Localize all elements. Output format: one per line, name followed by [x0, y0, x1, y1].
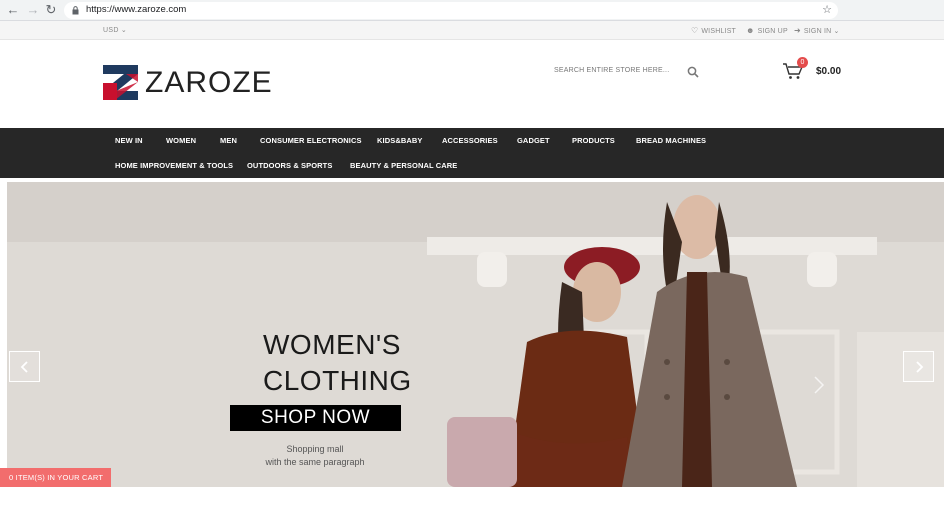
main-navigation: NEW IN WOMEN MEN CONSUMER ELECTRONICS KI…	[0, 128, 944, 178]
address-bar[interactable]: https://www.zaroze.com ☆	[64, 2, 838, 19]
nav-item-men[interactable]: MEN	[220, 136, 237, 145]
chevron-left-icon	[20, 361, 28, 373]
hero-title-line-2: CLOTHING	[263, 365, 412, 396]
cart-count-badge: 0	[797, 57, 808, 68]
sign-in-link[interactable]: ➜ SIGN IN ⌄	[794, 26, 840, 35]
search-input[interactable]: SEARCH ENTIRE STORE HERE...	[554, 67, 669, 74]
hero-title-line-1: WOMEN'S	[263, 329, 401, 360]
nav-item-new-in[interactable]: NEW IN	[115, 136, 143, 145]
hero-subtitle: Shopping mall with the same paragraph	[240, 443, 390, 469]
search-icon[interactable]	[687, 66, 699, 78]
hero-title: WOMEN'S CLOTHING	[263, 327, 412, 399]
hero-subtitle-line-1: Shopping mall	[286, 444, 344, 454]
reload-icon[interactable]: ↻	[44, 3, 58, 17]
logo-mark-icon[interactable]	[103, 65, 138, 100]
nav-item-kids-baby[interactable]: KIDS&BABY	[377, 136, 423, 145]
nav-item-consumer-electronics[interactable]: CONSUMER ELECTRONICS	[260, 136, 362, 145]
shop-now-button[interactable]: SHOP NOW	[230, 405, 401, 431]
hero-subtitle-line-2: with the same paragraph	[265, 457, 365, 467]
currency-selector[interactable]: USD ⌄	[103, 26, 127, 34]
wishlist-link[interactable]: ♡ WISHLIST	[691, 26, 736, 35]
chevron-right-icon	[916, 361, 924, 373]
forward-icon[interactable]: →	[26, 3, 40, 17]
hero-banner[interactable]	[7, 182, 944, 487]
floating-cart-bar[interactable]: 0 ITEM(S) IN YOUR CART ⌃	[0, 468, 111, 501]
sign-up-link[interactable]: ☻ SIGN UP	[746, 26, 788, 35]
nav-item-accessories[interactable]: ACCESSORIES	[442, 136, 498, 145]
logo-text[interactable]: ZAROZE	[145, 66, 273, 100]
user-icon: ☻	[746, 26, 755, 35]
site-header	[0, 40, 944, 128]
lock-icon	[72, 6, 79, 15]
nav-item-products[interactable]: PRODUCTS	[572, 136, 615, 145]
browser-toolbar: ← → ↻ https://www.zaroze.com ☆	[0, 0, 944, 21]
utility-bar: USD ⌄ ♡ WISHLIST ☻ SIGN UP ➜ SIGN IN ⌄	[0, 21, 944, 40]
nav-item-beauty-personal-care[interactable]: BEAUTY & PERSONAL CARE	[350, 161, 457, 170]
url-text: https://www.zaroze.com	[86, 4, 187, 15]
hero-photo	[7, 182, 944, 487]
nav-item-gadget[interactable]: GADGET	[517, 136, 550, 145]
bookmark-star-icon[interactable]: ☆	[822, 3, 832, 16]
nav-item-women[interactable]: WOMEN	[166, 136, 196, 145]
sign-in-icon: ➜	[794, 26, 801, 35]
nav-item-outdoors-sports[interactable]: OUTDOORS & SPORTS	[247, 161, 332, 170]
heart-icon: ♡	[691, 26, 699, 35]
chevron-up-icon: ⌃	[12, 492, 19, 501]
back-icon[interactable]: ←	[6, 3, 20, 17]
cart-total[interactable]: $0.00	[816, 66, 841, 77]
nav-item-home-improvement[interactable]: HOME IMPROVEMENT & TOOLS	[115, 161, 233, 170]
cart-bar-label: 0 ITEM(S) IN YOUR CART	[9, 473, 103, 482]
slider-prev-button[interactable]	[9, 351, 40, 382]
slider-next-button[interactable]	[903, 351, 934, 382]
nav-item-bread-machines[interactable]: BREAD MACHINES	[636, 136, 706, 145]
